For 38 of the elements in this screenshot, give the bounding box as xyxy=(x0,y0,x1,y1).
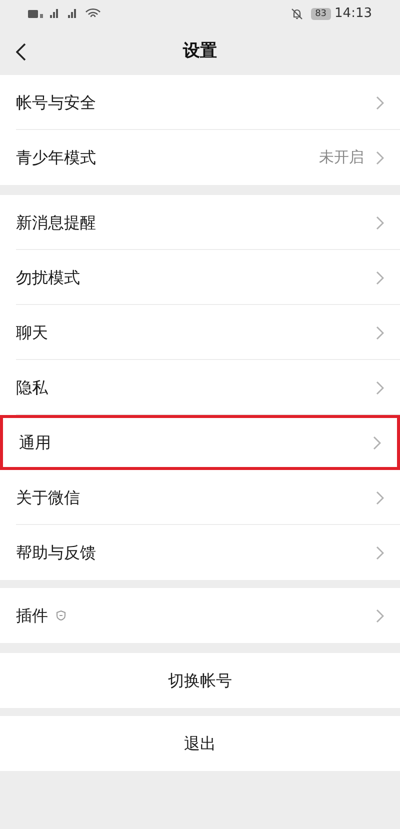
settings-row[interactable]: 插件 xyxy=(0,588,400,643)
row-label: 关于微信 xyxy=(16,486,80,508)
action-button[interactable]: 切换帐号 xyxy=(0,653,400,708)
settings-row[interactable]: 通用 xyxy=(0,415,400,470)
row-value: 未开启 xyxy=(319,147,364,168)
row-label: 新消息提醒 xyxy=(16,212,96,234)
chevron-right-icon xyxy=(376,380,384,394)
row-label: 青少年模式 xyxy=(16,146,96,168)
settings-row[interactable]: 隐私 xyxy=(0,360,400,415)
row-label: 帐号与安全 xyxy=(16,92,96,114)
settings-row[interactable]: 关于微信 xyxy=(0,470,400,525)
chevron-right-icon xyxy=(376,546,384,560)
page-title: 设置 xyxy=(183,40,217,63)
settings-row[interactable]: 帮助与反馈 xyxy=(0,525,400,580)
chevron-right-icon xyxy=(376,608,384,622)
chevron-right-icon xyxy=(376,326,384,340)
status-time: 14:13 xyxy=(334,5,372,24)
settings-row[interactable]: 帐号与安全 xyxy=(0,75,400,130)
row-label: 隐私 xyxy=(16,376,48,398)
chevron-right-icon xyxy=(376,216,384,230)
battery-indicator: 83 xyxy=(311,8,331,20)
row-label: 插件 xyxy=(16,604,48,626)
chevron-right-icon xyxy=(376,270,384,284)
row-label: 聊天 xyxy=(16,322,48,344)
bell-muted-icon xyxy=(291,8,304,20)
settings-row[interactable]: 聊天 xyxy=(0,305,400,360)
action-button[interactable]: 退出 xyxy=(0,716,400,771)
settings-row[interactable]: 新消息提醒 xyxy=(0,195,400,250)
back-icon[interactable] xyxy=(16,42,26,60)
settings-row[interactable]: 青少年模式 未开启 xyxy=(0,130,400,185)
settings-row[interactable]: 勿扰模式 xyxy=(0,250,400,305)
row-label: 帮助与反馈 xyxy=(16,542,96,564)
chevron-right-icon xyxy=(376,150,384,164)
row-label: 通用 xyxy=(19,432,51,454)
chevron-right-icon xyxy=(376,490,384,504)
chevron-right-icon xyxy=(373,436,381,450)
row-label: 勿扰模式 xyxy=(16,266,80,288)
chevron-right-icon xyxy=(376,96,384,110)
